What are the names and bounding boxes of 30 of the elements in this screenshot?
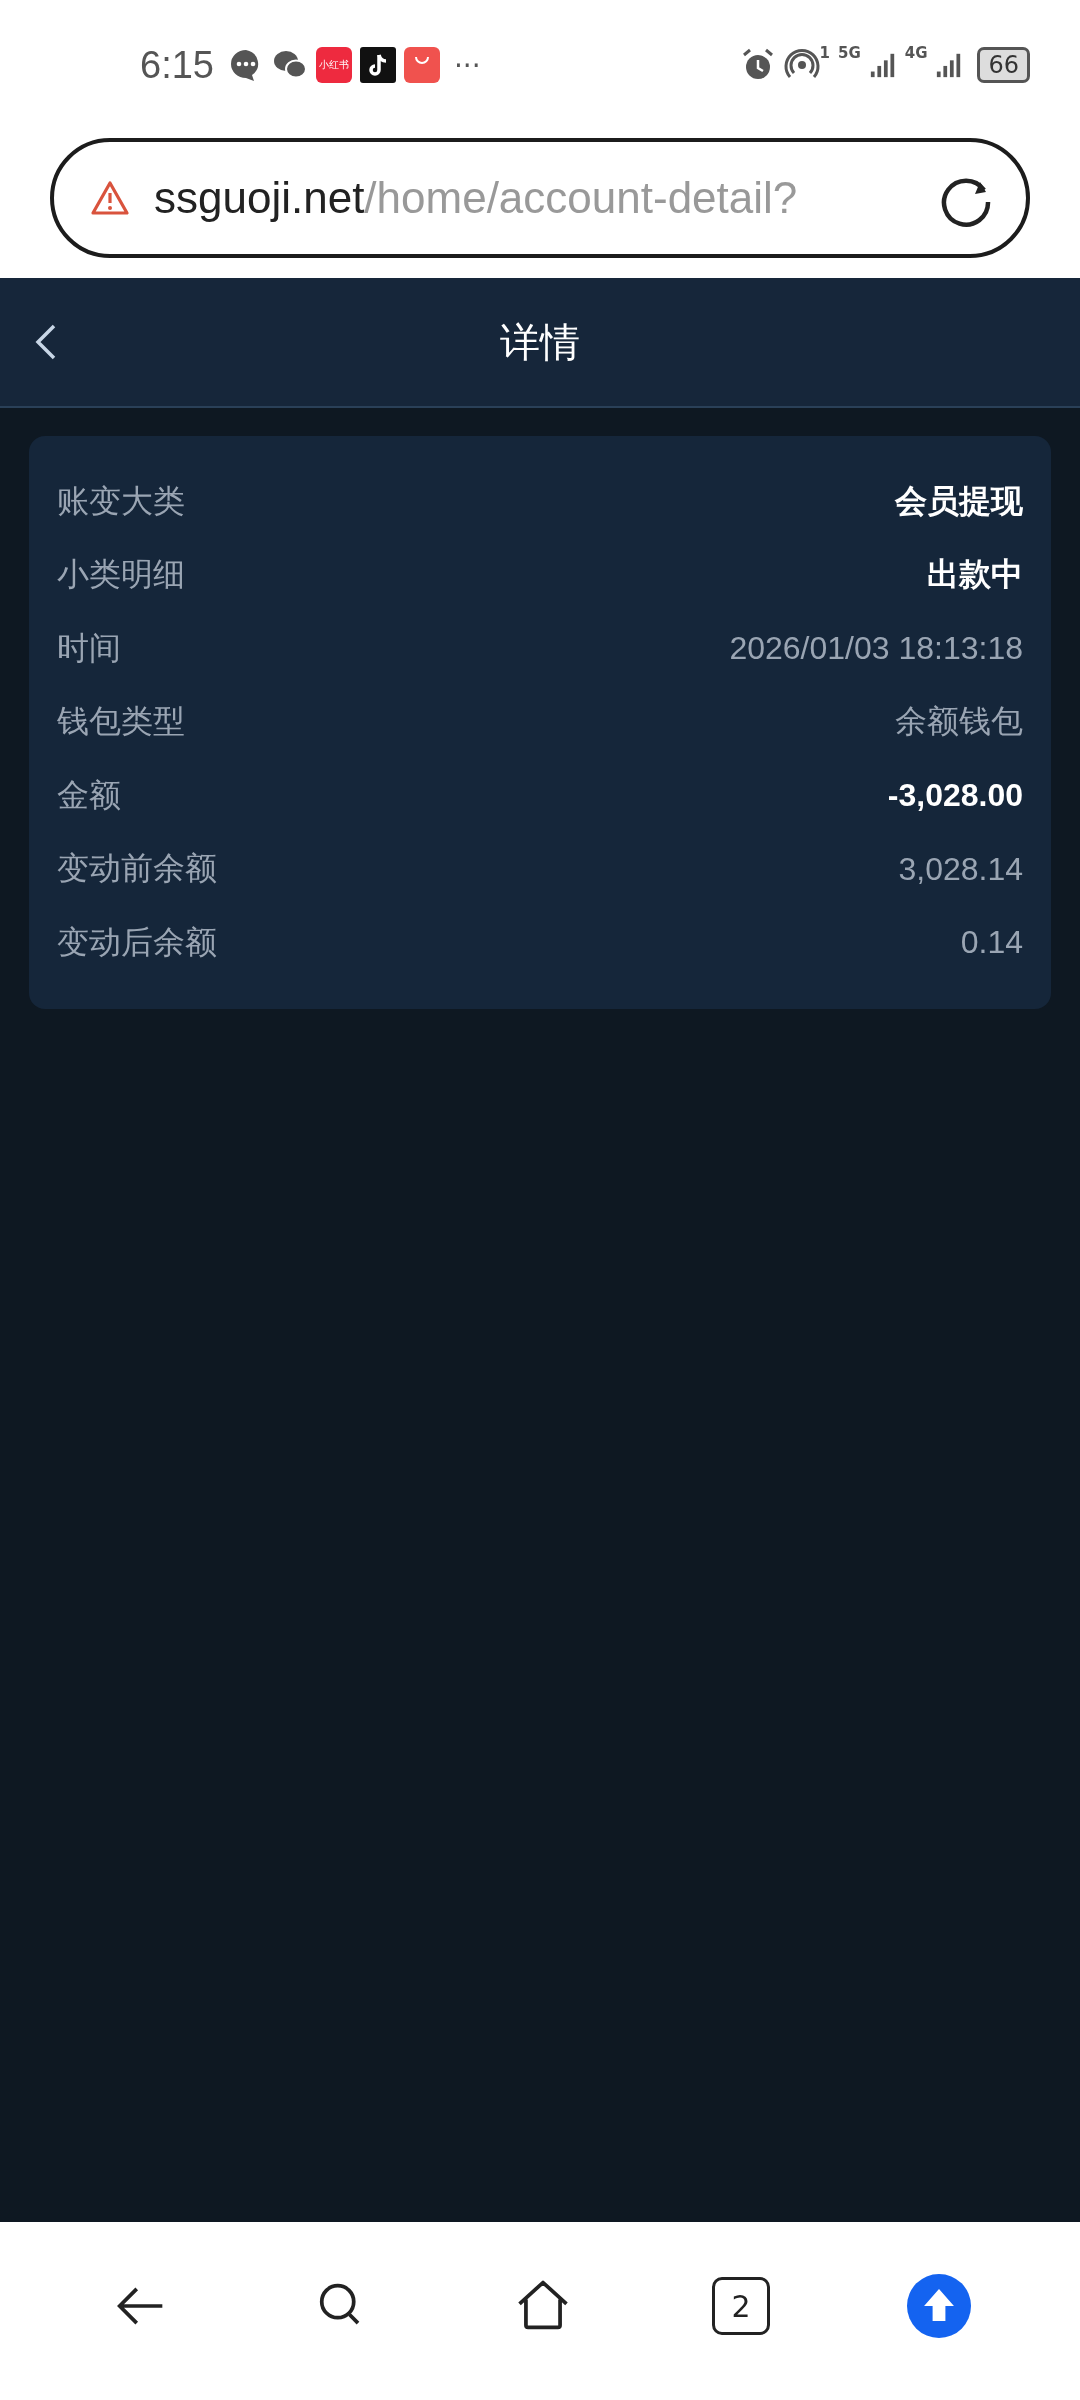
detail-value: 0.14 [960,924,1023,962]
warning-icon [90,180,130,216]
detail-value: 3,028.14 [898,850,1023,888]
detail-value: 出款中 [927,555,1023,595]
status-time: 6:15 [140,43,214,87]
address-bar[interactable]: ssguoji.net/home/account-detail? [50,138,1030,258]
detail-label: 金额 [57,774,121,816]
detail-value: -3,028.00 [887,777,1023,815]
more-notifications: ··· [453,48,481,82]
hotspot-count: 1 [819,44,830,62]
detail-value: 会员提现 [895,481,1023,521]
tab-count-button[interactable]: 2 [712,2277,771,2335]
battery-indicator: 66 [977,47,1030,83]
upload-icon[interactable] [907,2274,972,2338]
network-type: 4G [904,44,928,62]
detail-label: 变动前余额 [57,848,217,890]
detail-label: 变动后余额 [57,921,217,963]
url-text: ssguoji.net/home/account-detail? [154,173,799,223]
detail-label: 钱包类型 [57,701,185,743]
page-title: 详情 [500,317,580,367]
detail-label: 小类明细 [57,554,185,596]
note-app-icon [359,47,396,83]
detail-label: 时间 [57,627,121,669]
app-icon: 小红书 [315,47,352,83]
detail-value: 2026/01/03 18:13:18 [729,630,1023,668]
network-type: 5G [837,44,861,62]
shopping-bag-icon [403,47,440,83]
back-icon[interactable] [34,322,58,362]
detail-label: 账变大类 [57,480,185,522]
detail-value: 余额钱包 [895,702,1023,742]
